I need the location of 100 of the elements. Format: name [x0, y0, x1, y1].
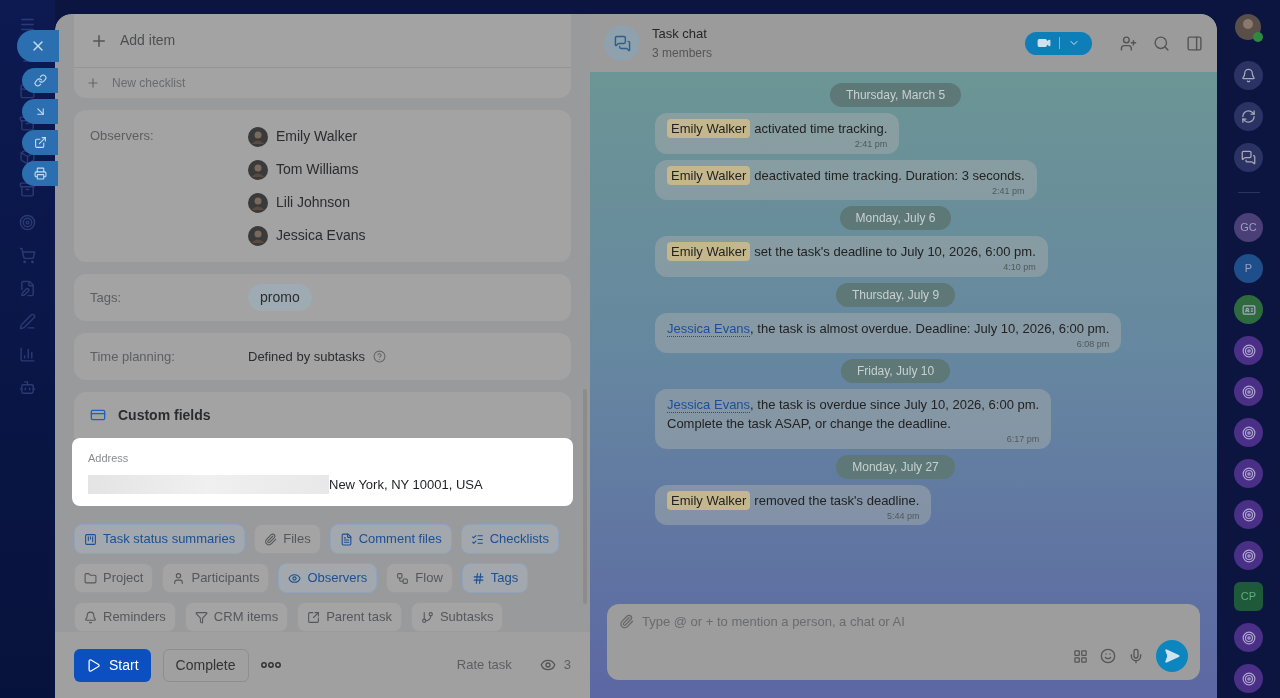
message-time: 6:17 pm [1006, 433, 1040, 446]
chip-icon [471, 571, 485, 585]
chat-icon [613, 34, 631, 52]
chip-icon [172, 571, 186, 585]
observer-name[interactable]: Emily Walker [276, 126, 358, 147]
chip-icon [264, 532, 278, 546]
field-chip[interactable]: Files [254, 524, 321, 554]
author-tag[interactable]: Emily Walker [667, 119, 751, 138]
help-icon[interactable] [373, 349, 387, 363]
channel-avatar[interactable] [1234, 377, 1263, 406]
start-button[interactable]: Start [74, 648, 151, 682]
complete-button[interactable]: Complete [162, 648, 249, 682]
channel-avatar[interactable] [1234, 459, 1263, 488]
external-link-icon [33, 136, 47, 149]
address-field[interactable]: Address New York, NY 10001, USA [72, 438, 573, 506]
field-label: Address [88, 451, 130, 466]
field-chip[interactable]: Participants [162, 563, 270, 593]
message-text: activated time tracking. [754, 121, 888, 136]
observer-name[interactable]: Jessica Evans [276, 225, 366, 246]
emoji-icon[interactable] [1100, 648, 1116, 664]
chat-icon[interactable] [1241, 150, 1256, 165]
chip-icon [84, 610, 97, 624]
field-chip[interactable]: Reminders [74, 602, 176, 632]
add-user-icon[interactable] [1120, 34, 1137, 52]
sync-icon[interactable] [1241, 109, 1256, 124]
field-chip[interactable]: Tags [461, 563, 529, 593]
field-chip[interactable]: Parent task [297, 602, 402, 632]
field-chip[interactable]: Project [74, 563, 154, 593]
chip-icon [307, 610, 321, 624]
field-chip[interactable]: Subtasks [410, 602, 504, 632]
field-label: Time planning: [90, 347, 176, 366]
nav-icon[interactable] [19, 16, 36, 33]
observer-name[interactable]: Lili Johnson [276, 192, 350, 213]
field-chip[interactable]: Observers [278, 563, 378, 593]
chip-icon [194, 610, 208, 624]
video-call-button[interactable] [1025, 31, 1092, 55]
side-action-button[interactable] [22, 161, 58, 186]
message-text: set the task's deadline to July 10, 2026, 6:00 pm. [754, 244, 1036, 259]
chip-icon [470, 532, 484, 546]
field-value: New York, NY 10001, USA [329, 475, 483, 494]
observer-name[interactable]: Tom Williams [276, 159, 359, 180]
avatar-icon [248, 225, 268, 246]
apps-icon[interactable] [1073, 648, 1088, 664]
view-count: 3 [563, 656, 571, 675]
channel-avatar[interactable] [1234, 418, 1263, 447]
field-chip[interactable]: CRM items [184, 602, 289, 632]
chip-icon [339, 532, 353, 546]
field-value: Defined by subtasks [248, 347, 366, 366]
field-chip[interactable]: Task status summaries [74, 524, 246, 554]
card-icon [90, 407, 106, 423]
avatar-icon [248, 192, 268, 213]
panel-icon[interactable] [1186, 34, 1203, 52]
contact-avatar[interactable] [1234, 295, 1263, 324]
chip-icon [84, 571, 97, 585]
section-title: Custom fields [118, 405, 211, 425]
rate-task-link[interactable]: Rate task [456, 655, 512, 675]
tag-chip[interactable]: promo [248, 283, 312, 311]
add-item-button[interactable]: Add item [120, 30, 176, 51]
author-tag[interactable]: Emily Walker [667, 490, 751, 510]
field-chip[interactable]: Flow [386, 563, 453, 593]
member-count[interactable]: 3 members [652, 43, 713, 62]
side-action-button[interactable] [17, 30, 59, 62]
author-tag[interactable]: Emily Walker [667, 165, 751, 185]
message-text: deactivated time tracking. Duration: 3 seconds. [754, 167, 1025, 183]
avatar-icon [248, 126, 268, 147]
channel-avatar[interactable] [1234, 336, 1263, 365]
side-action-button[interactable] [22, 130, 58, 155]
chip-icon [288, 571, 302, 585]
send-button[interactable] [1156, 640, 1188, 672]
print-icon [33, 167, 47, 180]
message-time: 4:10 pm [1003, 261, 1036, 274]
channel-avatar[interactable] [1234, 623, 1263, 652]
chat-avatar[interactable]: CP [1234, 582, 1263, 611]
field-chip[interactable]: Checklists [460, 524, 559, 554]
chat-avatar[interactable]: GC [1234, 213, 1263, 242]
message-time: 6:08 pm [1076, 337, 1110, 351]
chip-icon [84, 532, 97, 546]
message-time: 2:41 pm [992, 184, 1025, 198]
side-action-button[interactable] [22, 68, 58, 93]
field-chip[interactable]: Comment files [329, 524, 452, 554]
channel-avatar[interactable] [1234, 664, 1263, 693]
message-text: Complete the task ASAP, or change the deadline. [667, 416, 951, 431]
message-text: , the task is overdue since July 10, 2026, 6:00 pm. [750, 397, 1040, 412]
video-icon [1037, 36, 1051, 50]
new-checklist-button[interactable]: New checklist [112, 74, 186, 92]
side-action-button[interactable] [22, 99, 58, 124]
eye-icon [539, 657, 556, 673]
search-icon[interactable] [1153, 34, 1170, 52]
more-icon[interactable] [260, 662, 281, 668]
author-tag[interactable]: Emily Walker [667, 242, 751, 261]
channel-avatar[interactable] [1234, 541, 1263, 570]
chip-icon [420, 610, 434, 624]
microphone-icon[interactable] [1128, 648, 1144, 664]
channel-avatar[interactable] [1234, 500, 1263, 529]
notifications-icon[interactable] [1241, 68, 1256, 83]
message-time: 2:41 pm [854, 138, 888, 151]
send-icon [1164, 648, 1180, 664]
user-avatar[interactable] [1233, 13, 1264, 43]
field-label: Tags: [90, 288, 123, 307]
chat-avatar[interactable]: P [1234, 254, 1263, 283]
